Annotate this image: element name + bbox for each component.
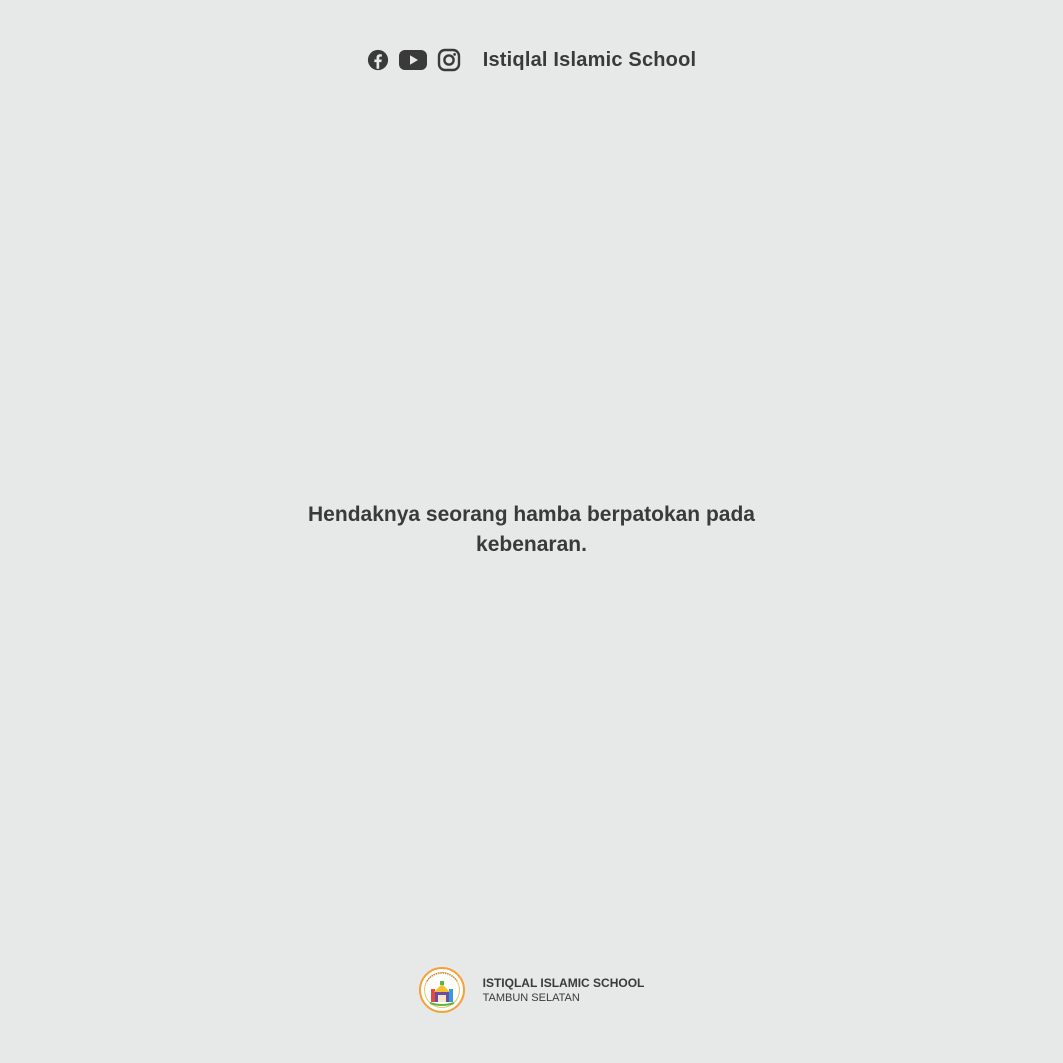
site-title[interactable]: Istiqlal Islamic School <box>483 49 697 72</box>
message-container: Hendaknya seorang hamba berpatokan pada … <box>0 500 1063 560</box>
youtube-icon <box>398 50 427 70</box>
footer-text: ISTIQLAL ISLAMIC SCHOOL TAMBUN SELATAN <box>483 975 645 1006</box>
social-links <box>367 45 461 75</box>
header: Istiqlal Islamic School <box>0 40 1063 80</box>
instagram-icon <box>437 48 460 72</box>
facebook-icon <box>367 49 388 71</box>
facebook-link[interactable] <box>367 45 389 75</box>
instagram-link[interactable] <box>437 45 461 75</box>
page: Istiqlal Islamic School Hendaknya seoran… <box>0 0 1063 1063</box>
quote-text: Hendaknya seorang hamba berpatokan pada … <box>308 503 755 556</box>
school-name: ISTIQLAL ISLAMIC SCHOOL <box>482 975 645 990</box>
school-location: TAMBUN SELATAN <box>482 991 580 1004</box>
school-logo <box>418 967 465 1013</box>
footer: ISTIQLAL ISLAMIC SCHOOL TAMBUN SELATAN <box>0 966 1063 1014</box>
youtube-link[interactable] <box>398 45 427 75</box>
